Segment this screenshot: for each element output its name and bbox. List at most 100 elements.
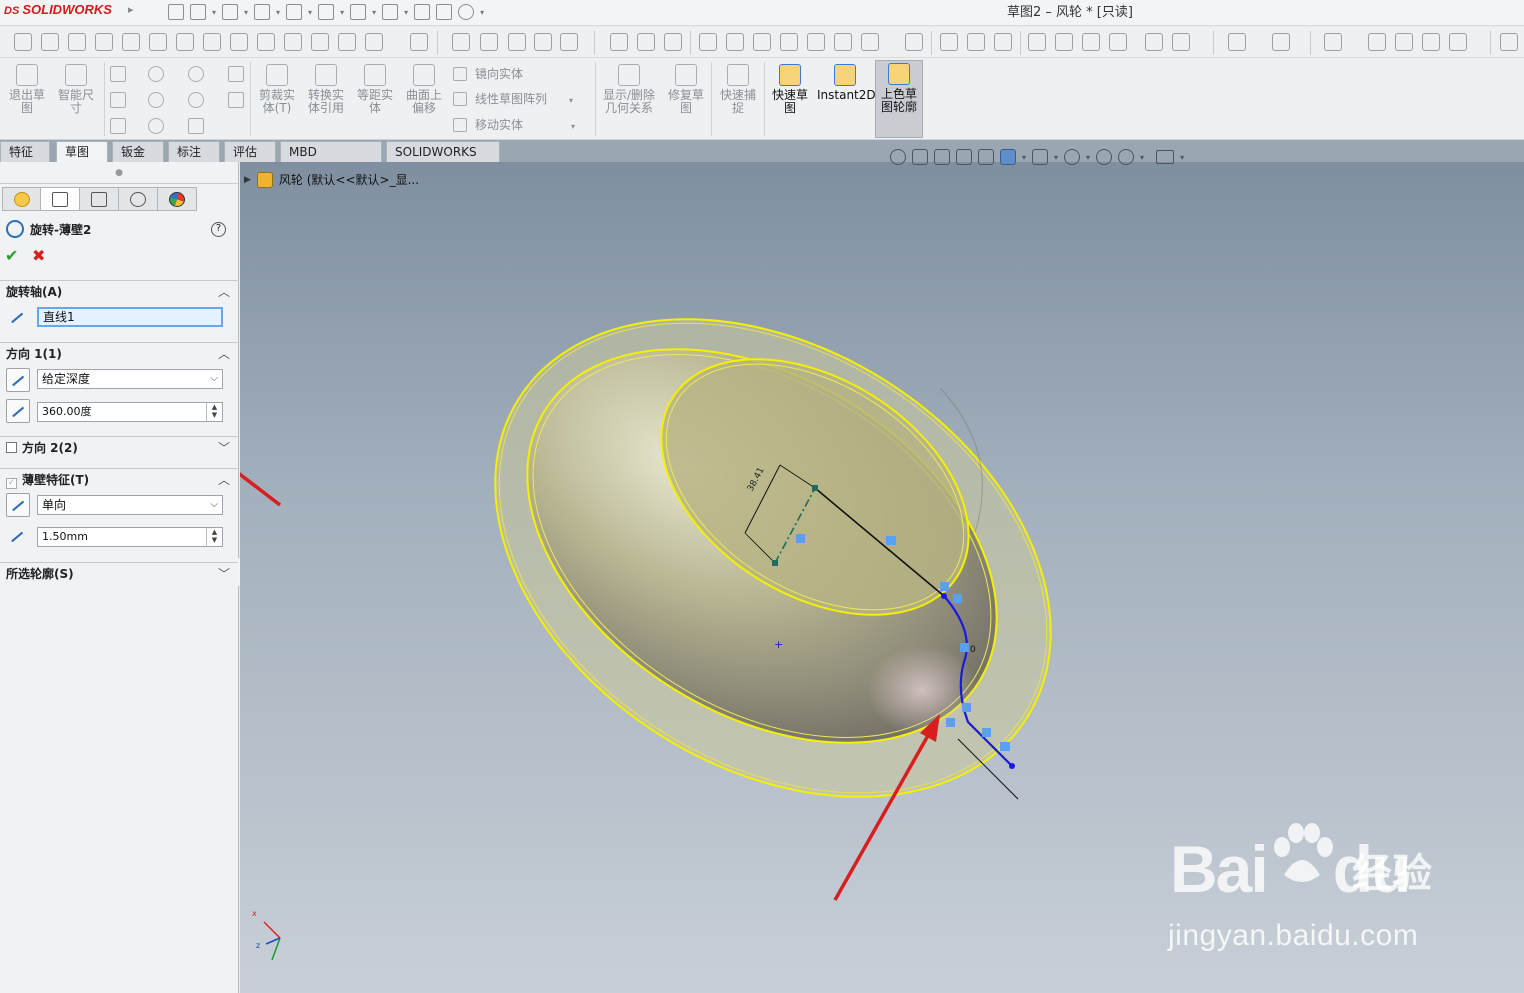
- fillet-icon[interactable]: [610, 33, 628, 51]
- configuration-manager-tab[interactable]: [80, 187, 119, 211]
- panel-grip[interactable]: ●: [0, 162, 238, 184]
- tab-sketch[interactable]: 草图: [56, 141, 108, 162]
- zoom-area-icon[interactable]: [912, 149, 928, 165]
- relation-badge[interactable]: [1000, 742, 1010, 751]
- compare-icon[interactable]: [338, 33, 356, 51]
- view-orientation-cube-icon[interactable]: [1000, 149, 1016, 165]
- relation-badge[interactable]: [953, 594, 962, 603]
- revolved-shell[interactable]: [407, 221, 1138, 895]
- display-delete-relations-button[interactable]: 显示/删除几何关系: [600, 62, 658, 115]
- cancel-x-button[interactable]: ✖: [32, 246, 45, 265]
- display-style-icon[interactable]: [1032, 149, 1049, 165]
- knit-surface-icon[interactable]: [1145, 33, 1163, 51]
- relation-badge[interactable]: [940, 582, 949, 591]
- hide-show-items-icon[interactable]: [1064, 149, 1081, 165]
- reference-axis-icon[interactable]: [726, 33, 744, 51]
- thickness-input[interactable]: 1.50mm ▲ ▼: [37, 527, 223, 547]
- sketch-point[interactable]: [941, 593, 947, 599]
- mirror-entities-button[interactable]: 镜向实体: [453, 65, 523, 82]
- chevron-down-icon[interactable]: ⌵: [210, 496, 218, 514]
- undo-icon[interactable]: [318, 4, 335, 20]
- relation-badge[interactable]: [946, 718, 955, 727]
- dynamic-annotation-icon[interactable]: [978, 149, 994, 165]
- relation-badge[interactable]: [796, 534, 805, 543]
- tab-markup[interactable]: 标注: [168, 141, 220, 162]
- expand-icon[interactable]: ﹀: [218, 563, 230, 585]
- thin-reverse-icon[interactable]: [6, 493, 30, 517]
- sketch-point[interactable]: [1009, 763, 1015, 769]
- thicken-icon[interactable]: [1172, 33, 1190, 51]
- coordinate-system-icon[interactable]: [753, 33, 771, 51]
- sketch-point[interactable]: [772, 560, 778, 566]
- end-condition-select[interactable]: 给定深度 ⌵: [37, 369, 223, 389]
- shaded-sketch-contours-button[interactable]: 上色草图轮廓: [875, 60, 923, 138]
- instant2d-button[interactable]: Instant2D: [817, 62, 876, 102]
- chevron-down-icon[interactable]: ⌵: [210, 370, 218, 388]
- thin-feature-checkbox[interactable]: ✓: [6, 478, 17, 489]
- more-tools-icon[interactable]: [1500, 33, 1518, 51]
- fillet-sketch-icon[interactable]: [188, 118, 204, 134]
- collapse-icon[interactable]: ︿: [218, 281, 230, 303]
- curves-icon[interactable]: [807, 33, 825, 51]
- axis-selection-field[interactable]: 直线1: [37, 307, 223, 327]
- rapid-sketch-button[interactable]: 快速草图: [768, 62, 812, 115]
- menu-expand-icon[interactable]: ▸: [128, 3, 134, 16]
- line-icon[interactable]: [110, 66, 126, 82]
- tab-evaluate[interactable]: 评估: [224, 141, 276, 162]
- loft-icon[interactable]: [534, 33, 552, 51]
- collapse-icon[interactable]: ︿: [218, 343, 230, 365]
- sketch-point[interactable]: [812, 485, 818, 491]
- tab-features[interactable]: 特征: [0, 141, 50, 162]
- planar-surface-icon[interactable]: [1082, 33, 1100, 51]
- select-cursor-icon[interactable]: [382, 4, 399, 20]
- new-document-icon[interactable]: [190, 4, 206, 20]
- file-properties-icon[interactable]: [436, 4, 453, 20]
- options-gear-icon[interactable]: [458, 4, 475, 20]
- quick-snaps-button[interactable]: 快速捕捉: [717, 62, 759, 115]
- rectangle-icon[interactable]: [110, 92, 126, 108]
- chevron-down-icon[interactable]: ▾: [1054, 153, 1058, 162]
- offset-on-surface-button[interactable]: 曲面上偏移: [403, 62, 445, 115]
- smart-dimension-button[interactable]: 智能尺寸: [55, 62, 97, 115]
- graphics-area[interactable]: ▶ 风轮 (默认<<默认>_显... 38.41 0 + x z Bai du …: [240, 162, 1524, 993]
- home-icon[interactable]: [168, 4, 184, 20]
- instant3d-icon[interactable]: [834, 33, 852, 51]
- property-manager-tab[interactable]: [41, 187, 80, 211]
- chevron-down-icon[interactable]: ▾: [569, 96, 573, 105]
- polygon-icon[interactable]: [148, 118, 164, 134]
- exit-sketch-button[interactable]: 退出草图: [6, 62, 48, 115]
- spin-stepper[interactable]: ▲ ▼: [206, 403, 222, 421]
- trim-entities-button[interactable]: 剪裁实体(T): [256, 62, 298, 115]
- display-style-icon[interactable]: [1272, 33, 1290, 51]
- statistics-icon[interactable]: [176, 33, 194, 51]
- relation-badge[interactable]: [982, 728, 991, 737]
- reference-plane-icon[interactable]: [699, 33, 717, 51]
- measure-icon[interactable]: [68, 33, 86, 51]
- spin-stepper[interactable]: ▲ ▼: [206, 528, 222, 546]
- wrap-icon[interactable]: [940, 33, 958, 51]
- direction2-checkbox[interactable]: [6, 442, 17, 453]
- feature-manager-tab[interactable]: [2, 187, 41, 211]
- redo-icon[interactable]: [350, 4, 367, 20]
- boundary-icon[interactable]: [560, 33, 578, 51]
- relation-badge[interactable]: [886, 536, 896, 545]
- dome-icon[interactable]: [905, 33, 923, 51]
- help-icon[interactable]: ?: [211, 222, 226, 237]
- move-entities-button[interactable]: 移动实体 ▾: [453, 116, 575, 133]
- tab-mbd-dimensions[interactable]: MBD Dimensions: [280, 141, 382, 179]
- rib-icon[interactable]: [861, 33, 879, 51]
- reverse-direction-icon[interactable]: [6, 368, 30, 392]
- linear-pattern-button[interactable]: 线性草图阵列 ▾: [453, 90, 573, 107]
- check-sketch-icon[interactable]: [365, 33, 383, 51]
- spline-icon[interactable]: [188, 66, 204, 82]
- circle-icon[interactable]: [148, 66, 164, 82]
- solidworks-logo[interactable]: DS SOLIDWORKS ▸: [4, 2, 134, 17]
- display-manager-tab[interactable]: [158, 187, 197, 211]
- collapse-icon[interactable]: ︿: [218, 469, 230, 491]
- chevron-down-icon[interactable]: ▾: [1180, 153, 1184, 162]
- appearance-icon[interactable]: [1422, 33, 1440, 51]
- filled-surface-icon[interactable]: [1109, 33, 1127, 51]
- offset-entities-button[interactable]: 等距实体: [354, 62, 396, 115]
- find-icon[interactable]: [41, 33, 59, 51]
- print-icon[interactable]: [286, 4, 303, 20]
